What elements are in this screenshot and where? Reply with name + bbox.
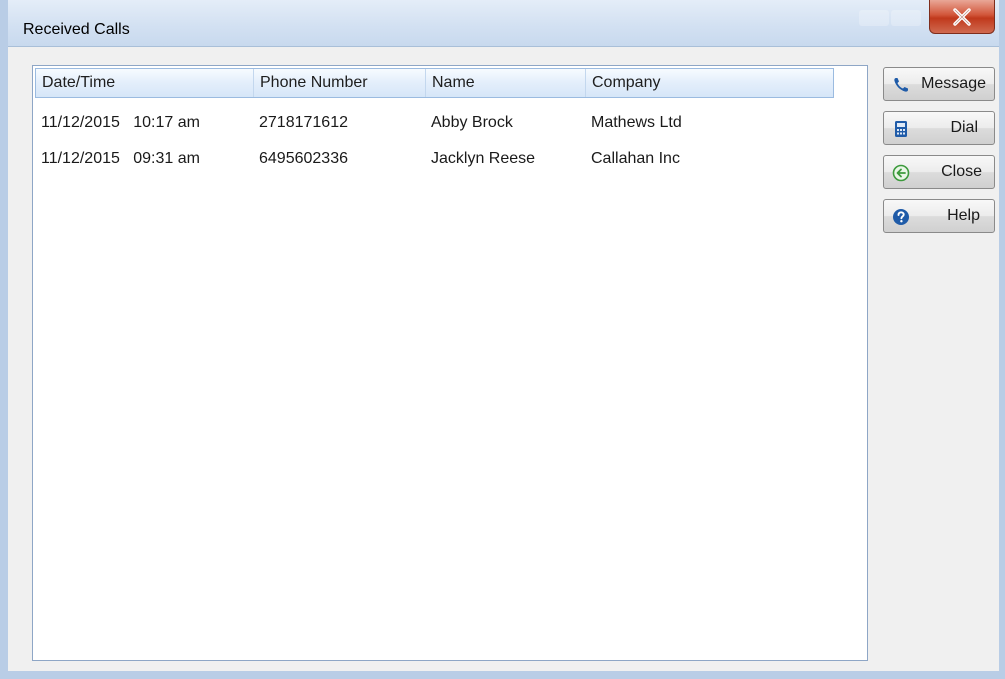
column-header-name[interactable]: Name (426, 69, 586, 97)
cell-datetime: 11/12/2015 10:17 am (41, 114, 200, 131)
maximize-button-ghost (891, 10, 921, 26)
close-button-label: Close (941, 163, 982, 180)
table-row[interactable]: 11/12/2015 09:31 am 6495602336 Jacklyn R… (35, 144, 835, 174)
close-icon (953, 7, 971, 26)
received-calls-window: Received Calls Date/Time Phone Number Na… (0, 0, 1005, 679)
window-close-button[interactable] (929, 0, 995, 34)
phone-icon (894, 78, 908, 92)
help-button[interactable]: Help (883, 199, 995, 233)
minimize-button-ghost (859, 10, 889, 26)
dial-button-label: Dial (950, 119, 978, 136)
cell-phone: 2718171612 (259, 114, 348, 131)
window-title: Received Calls (23, 21, 130, 38)
cell-name: Abby Brock (431, 114, 513, 131)
message-button-label: Message (921, 75, 986, 92)
title-bar[interactable]: Received Calls (8, 0, 999, 46)
cell-datetime: 11/12/2015 09:31 am (41, 150, 200, 167)
help-button-label: Help (947, 207, 980, 224)
cell-phone: 6495602336 (259, 150, 348, 167)
table-row[interactable]: 11/12/2015 10:17 am 2718171612 Abby Broc… (35, 108, 835, 138)
column-header-datetime[interactable]: Date/Time (36, 69, 254, 97)
help-icon (893, 209, 909, 225)
calculator-icon (895, 121, 907, 137)
dialog-client-area: Date/Time Phone Number Name Company 11/1… (8, 46, 999, 671)
close-button[interactable]: Close (883, 155, 995, 189)
cell-name: Jacklyn Reese (431, 150, 536, 167)
dial-button[interactable]: Dial (883, 111, 995, 145)
column-header-company[interactable]: Company (586, 69, 833, 97)
received-calls-list[interactable]: Date/Time Phone Number Name Company 11/1… (32, 65, 868, 661)
cell-company: Callahan Inc (591, 150, 680, 167)
list-header: Date/Time Phone Number Name Company (35, 68, 834, 98)
message-button[interactable]: Message (883, 67, 995, 101)
back-arrow-icon (892, 164, 910, 182)
column-header-phone-number[interactable]: Phone Number (254, 69, 426, 97)
cell-company: Mathews Ltd (591, 114, 682, 131)
